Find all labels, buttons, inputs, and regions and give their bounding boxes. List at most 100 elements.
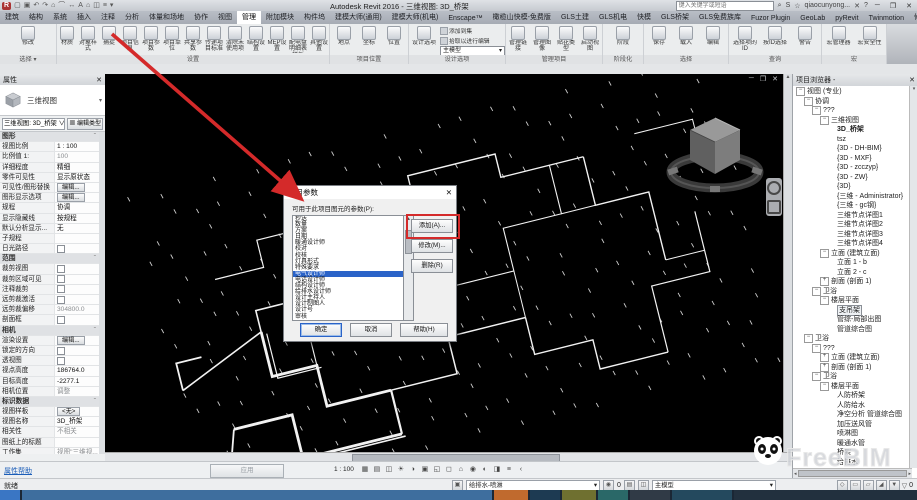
tab-管理[interactable]: 管理 bbox=[237, 11, 261, 24]
detail-level-icon[interactable]: ▤ bbox=[372, 464, 382, 475]
ribbon-button-传递项目标准[interactable]: 传递项目标准 bbox=[204, 25, 224, 53]
tree-row[interactable]: −协调 bbox=[793, 97, 917, 107]
tree-row[interactable]: −楼层平面 bbox=[793, 382, 917, 392]
collapse-icon[interactable]: − bbox=[820, 249, 829, 258]
ribbon-button-捕捉[interactable]: 捕捉 bbox=[99, 25, 119, 53]
app-tile-4[interactable] bbox=[598, 490, 628, 500]
undo-icon[interactable]: ↶ bbox=[33, 2, 39, 10]
type-selector-dropdown[interactable]: 三维视图: 3D_桥架 ∨ bbox=[2, 118, 65, 130]
tab-建模大师(通用)[interactable]: 建模大师(通用) bbox=[330, 11, 387, 24]
collapse-icon[interactable]: − bbox=[804, 334, 813, 343]
remove-button[interactable]: 删除(R) bbox=[411, 259, 453, 273]
tree-row[interactable]: 人防给水 bbox=[793, 401, 917, 411]
edit-type-button[interactable]: ▦ 编辑类型 bbox=[67, 118, 103, 130]
tab-GLS桥架[interactable]: GLS桥架 bbox=[656, 11, 694, 24]
collapse-icon[interactable]: − bbox=[820, 382, 829, 391]
cancel-button[interactable]: 取消 bbox=[350, 323, 392, 337]
text-note-icon[interactable]: A bbox=[78, 2, 83, 10]
tree-row[interactable]: −??? bbox=[793, 106, 917, 116]
tree-row[interactable]: 管综-局部出图 bbox=[793, 315, 917, 325]
tree-row[interactable]: {3D - ZW} bbox=[793, 173, 917, 183]
exchange-apps-icon[interactable]: ✕ bbox=[854, 2, 860, 10]
checkbox[interactable] bbox=[57, 275, 65, 283]
customize-qat-icon[interactable]: ▾ bbox=[110, 2, 114, 10]
ribbon-button-添加到集[interactable]: 添加到集 bbox=[440, 26, 505, 35]
view-restore-icon[interactable]: ❐ bbox=[760, 75, 766, 83]
tab-注释[interactable]: 注释 bbox=[96, 11, 120, 24]
crop-region-icon[interactable]: ◻ bbox=[444, 464, 454, 475]
expand-icon[interactable]: + bbox=[820, 363, 829, 372]
edit-button[interactable]: <无> bbox=[57, 407, 80, 416]
temporary-hide-icon[interactable]: ◉ bbox=[468, 464, 478, 475]
tree-row[interactable]: {3D - zcczyp} bbox=[793, 163, 917, 173]
tree-row[interactable]: 立面 1 - b bbox=[793, 258, 917, 268]
ribbon-button-启动视图[interactable]: 启动视图 bbox=[579, 25, 602, 53]
tab-建模大师(机电)[interactable]: 建模大师(机电) bbox=[387, 11, 444, 24]
thin-lines-icon[interactable]: ≡ bbox=[103, 2, 107, 10]
ribbon-button-地点[interactable]: 地点 bbox=[332, 25, 356, 53]
ribbon-button-拾取以进行编辑[interactable]: 拾取以进行编辑 bbox=[440, 36, 505, 45]
tree-row[interactable]: 人防桥架 bbox=[793, 391, 917, 401]
tab-GLS机电[interactable]: GLS机电 bbox=[594, 11, 632, 24]
browser-vertical-scrollbar[interactable]: ▾ bbox=[909, 86, 917, 468]
app-tile-2[interactable] bbox=[530, 490, 560, 500]
checkbox[interactable] bbox=[57, 245, 65, 253]
crop-view-icon[interactable]: ◱ bbox=[432, 464, 442, 475]
tab-Twinmotion[interactable]: Twinmotion bbox=[864, 13, 909, 24]
tray-area[interactable] bbox=[734, 490, 917, 500]
tree-row[interactable]: 净空分析 管道综合图 bbox=[793, 410, 917, 420]
canvas-vertical-scrollbar[interactable]: ▲ bbox=[783, 74, 792, 452]
chevron-down-icon[interactable]: ▾ bbox=[99, 97, 102, 104]
dialog-close-icon[interactable]: ✕ bbox=[446, 188, 452, 197]
properties-help-link[interactable]: 属性帮助 bbox=[4, 466, 32, 476]
minimize-button[interactable]: ─ bbox=[872, 2, 883, 9]
ribbon-button-项目单位[interactable]: 项目单位 bbox=[162, 25, 182, 53]
app-tile-1[interactable] bbox=[494, 490, 528, 500]
tree-row[interactable]: 管道综合图 bbox=[793, 325, 917, 335]
start-button[interactable] bbox=[0, 490, 20, 500]
temporary-view-icon[interactable]: ◨ bbox=[492, 464, 502, 475]
ribbon-button-宏管理器[interactable]: 宏管理器 bbox=[824, 25, 854, 53]
checkbox[interactable] bbox=[57, 285, 65, 293]
tab-分析[interactable]: 分析 bbox=[120, 11, 144, 24]
ribbon-button-载入[interactable]: 载入 bbox=[673, 25, 699, 53]
tab-Fuzor Plugin[interactable]: Fuzor Plugin bbox=[746, 13, 795, 24]
tree-row[interactable]: +剖面 (剖面 1) bbox=[793, 277, 917, 287]
edit-button[interactable]: 编辑... bbox=[57, 193, 85, 202]
tab-结构[interactable]: 结构 bbox=[24, 11, 48, 24]
checkbox[interactable] bbox=[57, 316, 65, 324]
revit-logo-icon[interactable]: R bbox=[2, 2, 11, 10]
edit-button[interactable]: 编辑... bbox=[57, 183, 85, 192]
default-3d-view-icon[interactable]: ⌂ bbox=[86, 2, 90, 10]
app-tile-3[interactable] bbox=[562, 490, 596, 500]
tree-row[interactable]: 三维节点详图4 bbox=[793, 239, 917, 249]
tree-row[interactable]: −立面 (建筑立面) bbox=[793, 249, 917, 259]
tab-修改[interactable]: 修改 bbox=[909, 11, 917, 24]
ribbon-button-共享参数[interactable]: 共享参数 bbox=[183, 25, 203, 53]
active-design-option-select[interactable]: 主模型▾ bbox=[440, 46, 505, 55]
property-group-标识数据[interactable]: 标识数据ˆ bbox=[0, 397, 99, 407]
tab-GLS土建[interactable]: GLS土建 bbox=[556, 11, 594, 24]
shadows-icon[interactable]: ◑ bbox=[408, 464, 418, 475]
tree-row[interactable]: 支吊架 bbox=[793, 306, 917, 316]
ribbon-button-材质[interactable]: 材质 bbox=[57, 25, 77, 53]
viewcube[interactable] bbox=[660, 100, 770, 210]
task-segment[interactable] bbox=[22, 490, 492, 500]
steering-wheel-icon[interactable] bbox=[767, 181, 781, 195]
reveal-hidden-icon[interactable]: ◐ bbox=[480, 464, 490, 475]
browser-close-icon[interactable]: ✕ bbox=[909, 76, 915, 84]
tree-row[interactable]: −卫浴 bbox=[793, 287, 917, 297]
checkbox[interactable] bbox=[57, 265, 65, 273]
tree-row[interactable]: 立面 2 - c bbox=[793, 268, 917, 278]
tree-row[interactable]: −卫浴 bbox=[793, 372, 917, 382]
tree-row[interactable]: 三维节点详图3 bbox=[793, 230, 917, 240]
ok-button[interactable]: 确定 bbox=[300, 323, 342, 337]
checkbox[interactable] bbox=[57, 357, 65, 365]
tree-row[interactable]: 三维节点详图2 bbox=[793, 220, 917, 230]
apply-button[interactable]: 应用 bbox=[210, 464, 284, 478]
tab-视图[interactable]: 视图 bbox=[213, 11, 237, 24]
tree-row[interactable]: +剖面 (剖面 1) bbox=[793, 363, 917, 373]
filter-funnel-icon[interactable]: ▽ bbox=[902, 482, 907, 490]
properties-close-icon[interactable]: ✕ bbox=[96, 76, 102, 84]
ribbon-button-对象样式[interactable]: 对象样式 bbox=[78, 25, 98, 53]
